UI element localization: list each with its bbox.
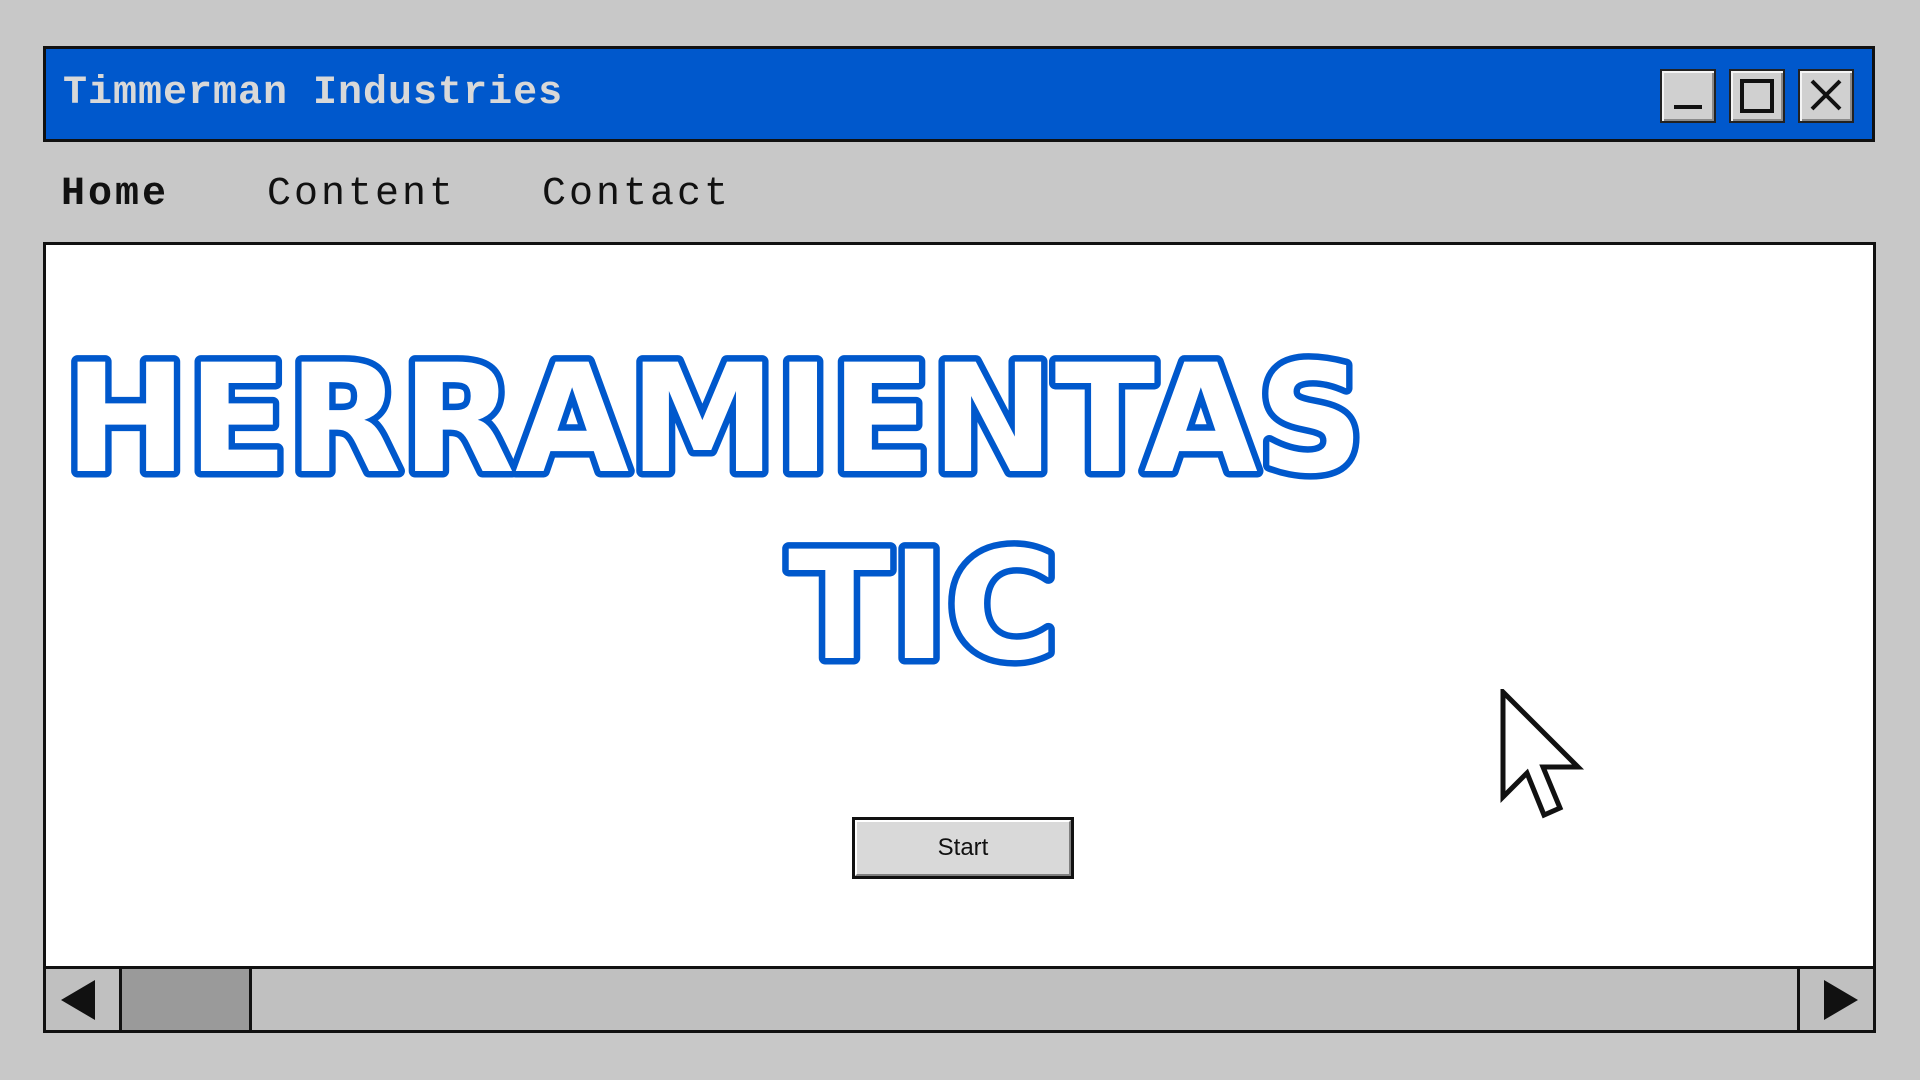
close-icon: [1810, 79, 1842, 111]
start-button-label: Start: [855, 820, 1071, 876]
window-title: Timmerman Industries: [63, 71, 564, 116]
nav-item-content[interactable]: Content: [267, 172, 456, 217]
scroll-left-button[interactable]: [46, 969, 122, 1030]
window-titlebar[interactable]: Timmerman Industries: [43, 46, 1875, 142]
minimize-button[interactable]: [1660, 69, 1716, 123]
close-button[interactable]: [1798, 69, 1854, 123]
nav-item-home[interactable]: Home: [61, 172, 169, 217]
arrow-left-icon: [61, 980, 95, 1020]
start-button[interactable]: Start: [852, 817, 1074, 879]
content-panel: HERRAMIENTAS TIC Start: [43, 242, 1876, 969]
scroll-right-button[interactable]: [1797, 969, 1873, 1030]
hero-heading-line2: TIC: [788, 520, 1058, 694]
mouse-pointer-icon: [1500, 689, 1585, 819]
nav-item-contact[interactable]: Contact: [542, 172, 731, 217]
maximize-icon: [1740, 79, 1774, 113]
horizontal-scrollbar[interactable]: [43, 966, 1876, 1033]
maximize-button[interactable]: [1729, 69, 1785, 123]
scroll-thumb[interactable]: [122, 969, 252, 1030]
minimize-icon: [1674, 105, 1702, 109]
arrow-right-icon: [1824, 980, 1858, 1020]
hero-heading-line1: HERRAMIENTAS: [64, 333, 1364, 507]
